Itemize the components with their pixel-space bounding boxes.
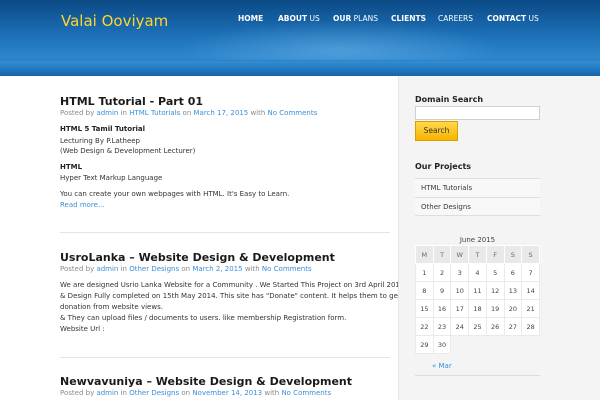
calendar-week: 29 30	[415, 335, 540, 354]
calendar-caption: June 2015	[459, 236, 496, 244]
post-text: HTML 5 Tamil Tutorial	[60, 125, 146, 133]
weekday-label: W	[450, 245, 470, 264]
weekday-label: T	[432, 245, 452, 264]
calendar-day: 30	[432, 335, 452, 354]
post-divider	[60, 232, 390, 233]
calendar-day: 25	[468, 317, 487, 336]
calendar-day: 27	[503, 317, 523, 336]
nav-careers[interactable]: CAREERS	[438, 14, 473, 23]
calendar-week: 15 16 17 18 19 20 21	[415, 299, 540, 318]
post-text: HTML	[60, 163, 83, 171]
post-meta: Posted by admin in HTML Tutorials on Mar…	[60, 109, 318, 117]
calendar-prev-link[interactable]: « Mar	[432, 362, 452, 370]
domain-search-input[interactable]	[415, 106, 540, 120]
calendar-day: 18	[468, 299, 487, 318]
header-band	[0, 60, 600, 76]
weekday-label: T	[468, 245, 487, 264]
calendar: M T W T F S S 1 2 3 4 5 6 7 8 9 10 11 12…	[415, 245, 540, 354]
post-date-link[interactable]: March 17, 2015	[193, 109, 248, 117]
calendar-day: 8	[415, 281, 434, 300]
calendar-day: 10	[450, 281, 470, 300]
calendar-empty-cell	[469, 336, 487, 354]
calendar-day: 16	[432, 299, 452, 318]
calendar-day: 24	[450, 317, 470, 336]
calendar-day: 1	[415, 263, 434, 282]
post-text: Lecturing By P.Latheep	[60, 137, 140, 145]
post-date-link[interactable]: November 14, 2013	[192, 389, 262, 397]
calendar-day: 29	[415, 335, 434, 354]
post-text: & They can upload files / documents to u…	[60, 314, 347, 322]
calendar-week: 22 23 24 25 26 27 28	[415, 317, 540, 336]
post-title[interactable]: HTML Tutorial - Part 01	[60, 95, 203, 108]
calendar-day: 2	[432, 263, 452, 282]
calendar-day: 6	[503, 263, 523, 282]
calendar-day: 7	[521, 263, 540, 282]
post-date-link[interactable]: March 2, 2015	[192, 265, 242, 273]
post-title[interactable]: UsroLanka – Website Design & Development	[60, 251, 335, 264]
calendar-day: 22	[415, 317, 434, 336]
post-author-link[interactable]: admin	[96, 389, 118, 397]
post-comments-link[interactable]: No Comments	[281, 389, 331, 397]
post-meta: Posted by admin in Other Designs on Marc…	[60, 265, 312, 273]
calendar-empty-cell	[522, 336, 540, 354]
post-text: Website Url :	[60, 325, 105, 333]
post-category-link[interactable]: HTML Tutorials	[129, 109, 180, 117]
project-item-other-designs[interactable]: Other Designs	[415, 197, 540, 216]
calendar-day: 23	[432, 317, 452, 336]
nav-home[interactable]: HOME	[238, 14, 263, 23]
calendar-week: 1 2 3 4 5 6 7	[415, 263, 540, 282]
calendar-header-row: M T W T F S S	[415, 245, 540, 264]
calendar-day: 14	[521, 281, 540, 300]
calendar-day: 13	[503, 281, 523, 300]
post-text: donation from website views.	[60, 303, 163, 311]
post-divider	[60, 357, 390, 358]
post-meta: Posted by admin in Other Designs on Nove…	[60, 389, 332, 397]
post-title[interactable]: Newvavuniya – Website Design & Developme…	[60, 375, 352, 388]
nav-clients[interactable]: CLIENTS	[391, 14, 426, 23]
calendar-day: 3	[450, 263, 470, 282]
calendar-day: 11	[468, 281, 487, 300]
weekday-label: S	[503, 245, 523, 264]
our-projects-title: Our Projects	[415, 162, 472, 171]
post-text: (Web Design & Development Lecturer)	[60, 147, 196, 155]
calendar-day: 21	[521, 299, 540, 318]
post-text: & Design Fully completed on 15th May 201…	[60, 292, 401, 300]
post-category-link[interactable]: Other Designs	[129, 389, 179, 397]
weekday-label: F	[485, 245, 505, 264]
calendar-day: 9	[432, 281, 452, 300]
calendar-day: 20	[503, 299, 523, 318]
projects-list: HTML Tutorials Other Designs	[415, 178, 540, 216]
calendar-day: 5	[485, 263, 505, 282]
post-text: We are designed Usrio Lanka Website for …	[60, 281, 407, 289]
calendar-day: 19	[485, 299, 505, 318]
calendar-day: 17	[450, 299, 470, 318]
post-text: Hyper Text Markup Language	[60, 174, 163, 182]
calendar-day: 28	[521, 317, 540, 336]
calendar-empty-cell	[486, 336, 504, 354]
search-button[interactable]: Search	[415, 121, 458, 141]
calendar-empty-cell	[504, 336, 522, 354]
project-item-html-tutorials[interactable]: HTML Tutorials	[415, 178, 540, 197]
post-author-link[interactable]: admin	[96, 265, 118, 273]
domain-search-title: Domain Search	[415, 95, 484, 104]
weekday-label: S	[521, 245, 540, 264]
calendar-day: 26	[485, 317, 505, 336]
read-more-link[interactable]: Read more...	[60, 201, 105, 209]
calendar-empty-cell	[451, 336, 469, 354]
nav-contact-us[interactable]: CONTACT US	[487, 14, 539, 23]
post-author-link[interactable]: admin	[96, 109, 118, 117]
calendar-divider	[415, 375, 540, 376]
calendar-week: 8 9 10 11 12 13 14	[415, 281, 540, 300]
nav-our-plans[interactable]: OUR PLANS	[333, 14, 378, 23]
post-comments-link[interactable]: No Comments	[268, 109, 318, 117]
calendar-day: 4	[468, 263, 487, 282]
weekday-label: M	[415, 245, 434, 264]
nav-about-us[interactable]: ABOUT US	[278, 14, 320, 23]
post-category-link[interactable]: Other Designs	[129, 265, 179, 273]
main-nav: HOME ABOUT US OUR PLANS CLIENTS CAREERS …	[0, 14, 600, 28]
calendar-day: 15	[415, 299, 434, 318]
post-text: You can create your own webpages with HT…	[60, 190, 290, 198]
post-comments-link[interactable]: No Comments	[262, 265, 312, 273]
calendar-day: 12	[485, 281, 505, 300]
